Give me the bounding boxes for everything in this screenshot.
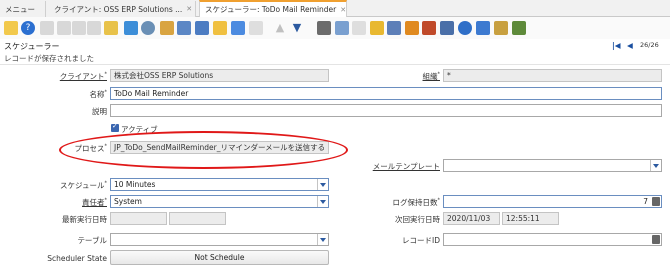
- table-select[interactable]: [110, 233, 329, 246]
- supervisor-select[interactable]: System: [110, 195, 329, 208]
- save-icon[interactable]: [87, 21, 101, 35]
- record-counter: 26/26: [640, 41, 659, 49]
- find-icon[interactable]: [141, 21, 155, 35]
- first-record-icon[interactable]: |◀: [612, 41, 621, 50]
- schedule-value: 10 Minutes: [114, 180, 156, 189]
- gear-icon[interactable]: [458, 21, 472, 35]
- schedule-select[interactable]: 10 Minutes: [110, 178, 329, 191]
- record-id-input[interactable]: [443, 233, 662, 246]
- name-input[interactable]: ToDo Mail Reminder: [110, 87, 662, 100]
- close-icon[interactable]: ✕: [186, 5, 192, 13]
- help-icon[interactable]: ?: [21, 21, 35, 35]
- tab-menu[interactable]: メニュー: [0, 1, 46, 17]
- table-label: テーブル: [77, 236, 107, 245]
- keep-log-days-value: 7: [643, 197, 648, 206]
- scheduler-state-button[interactable]: Not Schedule: [110, 250, 329, 265]
- lock-icon[interactable]: [370, 21, 384, 35]
- home-icon[interactable]: [231, 21, 245, 35]
- tab-menu-label: メニュー: [5, 4, 35, 14]
- archive-icon[interactable]: [335, 21, 349, 35]
- multi-save-icon[interactable]: [104, 21, 118, 35]
- date-last-run-label: 最新実行日時: [62, 215, 107, 224]
- chevron-down-icon[interactable]: [317, 234, 328, 245]
- ignore-icon[interactable]: [4, 21, 18, 35]
- date-next-run-time: 12:55:11: [502, 212, 559, 225]
- process-icon[interactable]: [476, 21, 490, 35]
- description-input[interactable]: [110, 104, 662, 117]
- previous-record-icon[interactable]: ◀: [627, 41, 633, 50]
- calculator-icon[interactable]: [652, 197, 660, 206]
- client-label[interactable]: クライアント*: [60, 71, 107, 82]
- highlight-annotation: [59, 131, 348, 169]
- schedule-label: スケジュール*: [60, 180, 107, 191]
- toolbar: ? ▲ ▼: [0, 17, 670, 39]
- chevron-down-icon[interactable]: [317, 179, 328, 190]
- org-label[interactable]: 組織*: [423, 71, 441, 82]
- keep-log-days-label: ログ保持日数*: [392, 197, 441, 208]
- arrow-up-icon[interactable]: ▲: [273, 21, 287, 35]
- attachment-icon[interactable]: [160, 21, 174, 35]
- translate-icon[interactable]: [387, 21, 401, 35]
- date-next-run-label: 次回実行日時: [395, 215, 440, 224]
- zoom-across-icon[interactable]: [405, 21, 419, 35]
- keep-log-days-input[interactable]: 7: [443, 195, 662, 208]
- chevron-down-icon[interactable]: [317, 196, 328, 207]
- divider: [0, 64, 670, 65]
- tab-bar: メニュー クライアント: OSS ERP Solutions ... ✕ スケジ…: [0, 0, 670, 17]
- date-next-run-date: 2020/11/03: [443, 212, 500, 225]
- print-icon[interactable]: [352, 21, 366, 35]
- supervisor-value: System: [114, 197, 142, 206]
- close-icon[interactable]: ✕: [340, 6, 346, 14]
- request-icon[interactable]: [422, 21, 436, 35]
- mail-template-select[interactable]: [443, 159, 662, 172]
- chevron-down-icon[interactable]: [650, 160, 661, 171]
- calculator-icon[interactable]: [652, 235, 660, 244]
- active-checkbox[interactable]: [111, 122, 119, 132]
- arrow-down-icon[interactable]: ▼: [290, 21, 304, 35]
- date-last-run-time: [169, 212, 226, 225]
- date-last-run-date: [110, 212, 167, 225]
- client-field: 株式会社OSS ERP Solutions: [110, 69, 329, 82]
- page-title: スケジューラー: [4, 42, 60, 51]
- refresh-icon[interactable]: [124, 21, 138, 35]
- report-icon[interactable]: [317, 21, 331, 35]
- name-label: 名称*: [89, 89, 108, 100]
- tab-client-label: クライアント: OSS ERP Solutions ...: [54, 4, 183, 14]
- tab-client[interactable]: クライアント: OSS ERP Solutions ... ✕: [46, 1, 196, 17]
- scheduler-state-label: Scheduler State: [47, 254, 107, 263]
- quick-entry-icon[interactable]: [512, 21, 526, 35]
- grid-toggle-icon[interactable]: [195, 21, 209, 35]
- tab-scheduler[interactable]: スケジューラー: ToDo Mail Reminder ✕: [199, 0, 347, 17]
- chat-icon[interactable]: [177, 21, 191, 35]
- description-label: 説明: [92, 107, 107, 116]
- record-id-label: レコードID: [402, 236, 440, 245]
- mail-template-label[interactable]: メールテンプレート: [373, 161, 440, 172]
- status-message: レコードが保存されました: [4, 54, 94, 63]
- parent-record-icon[interactable]: [249, 21, 263, 35]
- history-icon[interactable]: [213, 21, 227, 35]
- new-record-icon[interactable]: [40, 21, 54, 35]
- product-info-icon[interactable]: [494, 21, 508, 35]
- supervisor-label[interactable]: 責任者*: [82, 197, 107, 208]
- tab-scheduler-label: スケジューラー: ToDo Mail Reminder: [205, 5, 337, 14]
- delete-icon[interactable]: [72, 21, 86, 35]
- org-field: *: [443, 69, 662, 82]
- copy-record-icon[interactable]: [57, 21, 71, 35]
- workflow-icon[interactable]: [440, 21, 454, 35]
